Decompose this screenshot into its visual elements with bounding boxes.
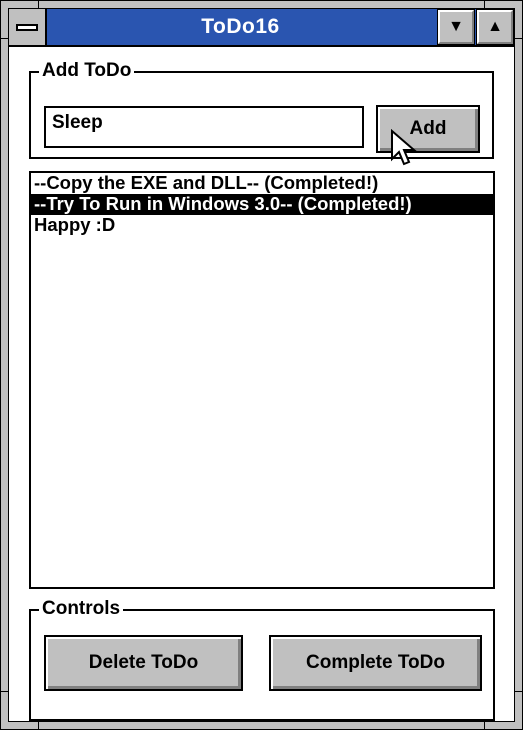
maximize-button[interactable]: ▲ <box>476 9 514 45</box>
maximize-arrow-icon: ▲ <box>487 18 503 35</box>
list-item[interactable]: Happy :D <box>31 215 493 236</box>
frame-corner-mark <box>38 722 39 729</box>
delete-todo-button[interactable]: Delete ToDo <box>44 635 243 691</box>
frame-corner-mark <box>1 691 8 692</box>
window-client-frame: ToDo16 ▼ ▲ Add ToDo Sleep Add --Copy the… <box>8 8 515 722</box>
system-menu-icon[interactable] <box>9 9 47 45</box>
title-bar[interactable]: ToDo16 ▼ ▲ <box>9 9 514 47</box>
client-area: Add ToDo Sleep Add --Copy the EXE and DL… <box>9 47 514 721</box>
window-title: ToDo16 <box>201 15 280 38</box>
frame-corner-mark <box>484 1 485 8</box>
frame-corner-mark <box>515 691 522 692</box>
list-item[interactable]: --Try To Run in Windows 3.0-- (Completed… <box>31 194 493 215</box>
todo-input[interactable]: Sleep <box>44 106 364 148</box>
frame-corner-mark <box>38 1 39 8</box>
todo-listbox[interactable]: --Copy the EXE and DLL-- (Completed!) --T… <box>29 171 495 589</box>
add-todo-group: Add ToDo Sleep Add <box>29 60 494 159</box>
mouse-pointer-icon <box>391 129 417 166</box>
add-todo-group-label: Add ToDo <box>39 60 135 82</box>
controls-group-label: Controls <box>39 598 124 620</box>
list-item[interactable]: --Copy the EXE and DLL-- (Completed!) <box>31 173 493 194</box>
frame-corner-mark <box>484 722 485 729</box>
app-window: ToDo16 ▼ ▲ Add ToDo Sleep Add --Copy the… <box>0 0 523 730</box>
complete-todo-button[interactable]: Complete ToDo <box>269 635 482 691</box>
todo-list-items: --Copy the EXE and DLL-- (Completed!) --T… <box>31 173 493 236</box>
minimize-arrow-icon: ▼ <box>448 18 464 35</box>
frame-corner-mark <box>515 38 522 39</box>
frame-corner-mark <box>1 38 8 39</box>
minimize-button[interactable]: ▼ <box>437 9 475 45</box>
controls-group: Controls Delete ToDo Complete ToDo <box>29 598 495 721</box>
